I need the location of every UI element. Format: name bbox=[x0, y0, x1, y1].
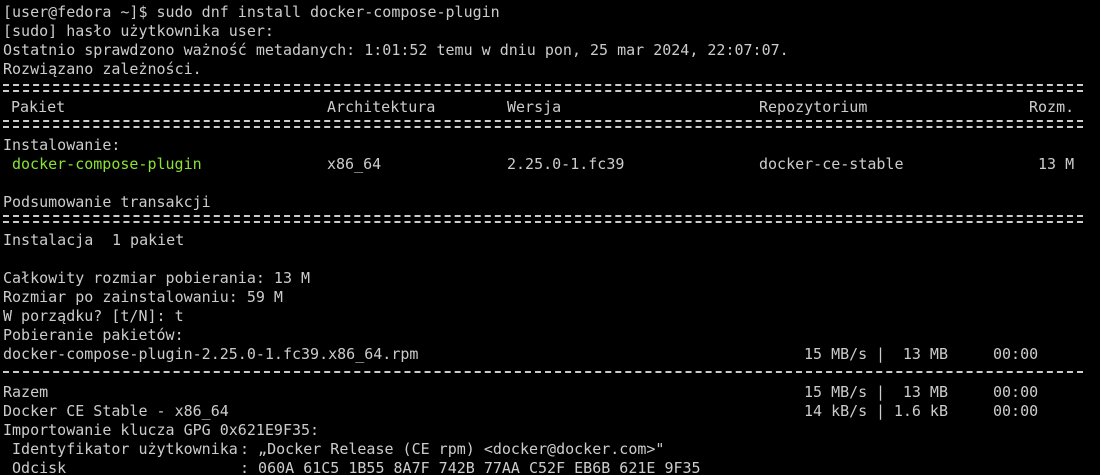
total-row-time: 00:00 bbox=[993, 383, 1039, 401]
install-count-label: Instalacja bbox=[3, 231, 94, 249]
download-time: 00:00 bbox=[993, 345, 1039, 363]
total-row-pipe: | bbox=[876, 383, 886, 401]
package-name: docker-compose-plugin bbox=[12, 155, 202, 173]
header-package: Pakiet bbox=[11, 98, 66, 116]
total-row-name: Razem bbox=[3, 383, 49, 401]
dependencies-resolved-line: Rozwiązano zależności. bbox=[3, 60, 202, 78]
downloads-separator-single bbox=[3, 371, 1083, 373]
installed-size: Rozmiar po zainstalowaniu: 59 M bbox=[3, 288, 283, 306]
terminal-window[interactable]: [user@fedora ~]$ sudo dnf install docker… bbox=[0, 0, 1100, 475]
repo-row-name: Docker CE Stable - x86_64 bbox=[3, 402, 229, 420]
download-size: 13 MB bbox=[902, 345, 948, 363]
repo-row-time: 00:00 bbox=[993, 402, 1039, 420]
header-size: Rozm. bbox=[1029, 98, 1075, 116]
summary-separator-double bbox=[3, 215, 1083, 223]
command-prompt-line: [user@fedora ~]$ sudo dnf install docker… bbox=[3, 3, 500, 21]
gpg-fingerprint-value: : 060A 61C5 1B55 8A7F 742B 77AA C52F EB6… bbox=[240, 459, 701, 475]
total-row-speed: 15 MB/s bbox=[804, 383, 868, 401]
header-repository: Repozytorium bbox=[759, 98, 868, 116]
metadata-check-line: Ostatnio sprawdzono ważność metadanych: … bbox=[3, 41, 789, 59]
download-file-name: docker-compose-plugin-2.25.0-1.fc39.x86_… bbox=[3, 345, 419, 363]
sudo-password-prompt: [sudo] hasło użytkownika user: bbox=[3, 22, 274, 40]
downloading-packages-label: Pobieranie pakietów: bbox=[3, 326, 184, 344]
transaction-summary-title: Podsumowanie transakcji bbox=[3, 193, 211, 211]
package-size: 13 M bbox=[1038, 155, 1075, 173]
package-version: 2.25.0-1.fc39 bbox=[507, 155, 625, 173]
table-separator-double bbox=[3, 84, 1083, 92]
gpg-fingerprint-label: Odcisk bbox=[3, 459, 67, 475]
download-speed: 15 MB/s bbox=[804, 345, 868, 363]
package-arch: x86_64 bbox=[327, 155, 382, 173]
download-pipe: | bbox=[876, 345, 886, 363]
header-architecture: Architektura bbox=[327, 98, 436, 116]
repo-row-speed: 14 kB/s bbox=[804, 402, 868, 420]
gpg-user-id-value: : „Docker Release (CE rpm) <docker@docke… bbox=[240, 440, 665, 458]
table-separator-double bbox=[3, 120, 1083, 128]
gpg-import-line: Importowanie klucza GPG 0x621E9F35: bbox=[3, 421, 320, 439]
repo-row-pipe: | bbox=[876, 402, 886, 420]
package-repository: docker-ce-stable bbox=[759, 155, 904, 173]
total-row-size: 13 MB bbox=[902, 383, 948, 401]
install-count-value: 1 pakiet bbox=[112, 231, 185, 249]
gpg-user-id-label: Identyfikator użytkownika bbox=[3, 440, 238, 458]
header-version: Wersja bbox=[507, 98, 562, 116]
section-installing: Instalowanie: bbox=[3, 136, 121, 154]
repo-row-size: 1.6 kB bbox=[893, 402, 948, 420]
total-download-size: Całkowity rozmiar pobierania: 13 M bbox=[3, 269, 311, 287]
confirm-prompt: W porządku? [t/N]: t bbox=[3, 307, 184, 325]
